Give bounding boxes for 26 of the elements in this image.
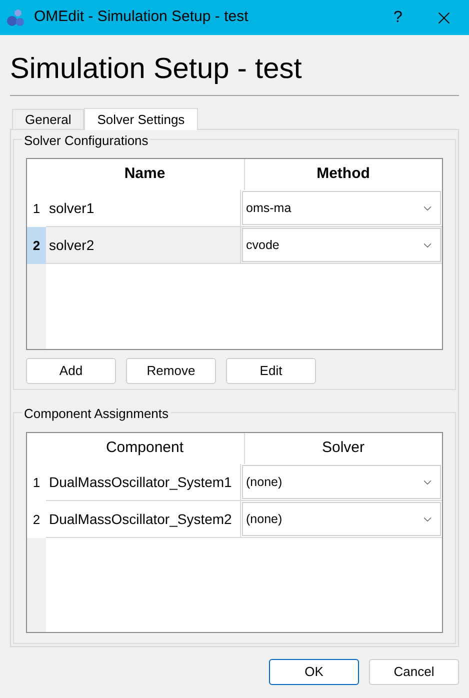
tab[interactable]: General <box>12 109 84 129</box>
row-number[interactable]: 2 <box>27 227 46 264</box>
help-button[interactable]: ? <box>375 0 421 35</box>
dropdown[interactable]: (none) <box>242 502 441 536</box>
tab[interactable]: Solver Settings <box>84 108 198 130</box>
page-heading: Simulation Setup - test <box>10 49 459 96</box>
row-number[interactable]: 1 <box>27 464 46 501</box>
column-header[interactable]: Solver <box>244 433 442 464</box>
table-cell: solver2 <box>46 227 241 263</box>
table-cell: solver1 <box>46 190 241 226</box>
action-button[interactable]: Edit <box>226 358 316 384</box>
column-header[interactable]: Name <box>46 159 244 190</box>
row-number[interactable]: 2 <box>27 501 46 538</box>
window-title: OMEdit - Simulation Setup - test <box>34 7 250 28</box>
table-cell: DualMassOscillator_System1 <box>46 464 241 500</box>
dialog-button[interactable]: OK <box>269 659 359 685</box>
dropdown[interactable]: (none) <box>242 465 441 499</box>
column-header[interactable]: Method <box>244 159 442 190</box>
column-header[interactable]: Component <box>46 433 244 464</box>
dropdown[interactable]: cvode <box>242 228 441 262</box>
row-number[interactable]: 1 <box>27 190 46 227</box>
dialog-button[interactable]: Cancel <box>369 659 459 685</box>
action-button[interactable]: Add <box>26 358 116 384</box>
dropdown[interactable]: oms-ma <box>242 191 441 225</box>
table-cell: DualMassOscillator_System2 <box>46 501 241 537</box>
action-button[interactable]: Remove <box>126 358 216 384</box>
